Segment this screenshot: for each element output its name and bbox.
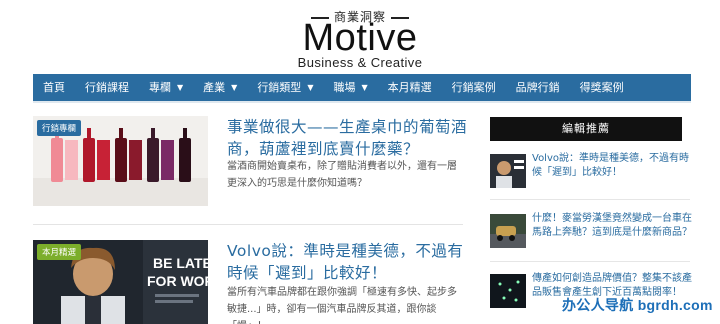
chevron-down-icon: ▼ xyxy=(177,83,184,92)
sidebar-item-title[interactable]: Volvo說：準時是種美德，不過有時候「遲到」比較好！ xyxy=(532,152,692,180)
sidebar-item[interactable]: Volvo說：準時是種美德，不過有時候「遲到」比較好！ xyxy=(490,152,690,192)
article-title[interactable]: 事業做很大——生產桌巾的葡萄酒商，葫蘆裡到底賣什麼藥？ xyxy=(227,116,467,160)
nav-label: 得獎案例 xyxy=(579,81,624,94)
chevron-down-icon: ▼ xyxy=(307,83,314,92)
nav-label: 本月精選 xyxy=(387,81,432,94)
nav-label: 品牌行銷 xyxy=(515,81,560,94)
nav-label: 產業 xyxy=(203,81,226,94)
nav-divider xyxy=(33,101,691,103)
nav-item-courses[interactable]: 行銷課程 xyxy=(75,74,139,101)
article-thumbnail[interactable]: 行銷專欄 xyxy=(33,116,208,206)
category-tag[interactable]: 行銷專欄 xyxy=(37,120,82,136)
article-divider xyxy=(33,224,463,225)
main-nav: 首頁 行銷課程 專欄 ▼ 產業 ▼ 行銷類型 ▼ 職場 ▼ 本月精選 行銷案例 品牌行銷… xyxy=(33,74,691,101)
watermark: 办公人导航 bgrdh.com xyxy=(562,297,713,313)
nav-item-columns[interactable]: 專欄 ▼ xyxy=(139,74,193,101)
nav-label: 專欄 xyxy=(149,81,171,94)
site-logo[interactable]: 商業洞察 Motive Business & Creative xyxy=(0,0,720,74)
chevron-down-icon: ▼ xyxy=(361,83,368,92)
nav-item-marketing-type[interactable]: 行銷類型 ▼ xyxy=(247,74,323,101)
nav-label: 職場 xyxy=(333,81,356,94)
nav-label: 行銷類型 xyxy=(257,81,302,94)
logo-tagline: Business & Creative xyxy=(297,55,423,70)
sidebar-divider xyxy=(490,199,690,200)
nav-label: 行銷課程 xyxy=(85,81,129,94)
article-card: 行銷專欄 事業做很大——生產桌巾的葡萄酒商，葫蘆裡到底賣什麼藥？ 當酒商開始賣桌… xyxy=(33,116,467,216)
nav-item-home[interactable]: 首頁 xyxy=(33,74,75,101)
svg-text:FOR WORK: FOR WORK xyxy=(147,273,208,289)
nav-label: 首頁 xyxy=(43,81,65,94)
nav-item-cases[interactable]: 行銷案例 xyxy=(442,74,506,101)
article-excerpt: 當酒商開始賣桌布，除了贈貼消費者以外，還有一層更深入的巧思是什麼你知道嗎？ xyxy=(227,161,457,189)
article-title[interactable]: Volvo說：準時是種美德，不過有時候「遲到」比較好！ xyxy=(227,240,467,284)
category-tag[interactable]: 本月精選 xyxy=(37,244,82,260)
sidebar-title: 編輯推薦 xyxy=(490,117,682,141)
sidebar-divider xyxy=(490,261,690,262)
sidebar-thumbnail[interactable] xyxy=(490,214,526,248)
sidebar-item[interactable]: 什麼！麥當勞漢堡竟然變成一台車在馬路上奔馳？這到底是什麼新商品？ xyxy=(490,212,692,252)
sidebar-item-title[interactable]: 什麼！麥當勞漢堡竟然變成一台車在馬路上奔馳？這到底是什麼新商品？ xyxy=(532,212,692,240)
sidebar-thumbnail[interactable] xyxy=(490,154,526,188)
billboard-text: BE LATE xyxy=(153,255,208,271)
nav-item-monthly-picks[interactable]: 本月精選 xyxy=(378,74,442,101)
sidebar-thumbnail[interactable] xyxy=(490,274,526,308)
article-thumbnail[interactable]: 本月精選 BE LATE FOR WORK xyxy=(33,240,208,324)
article-excerpt: 當所有汽車品牌都在跟你強調「極速有多快、起步多敏捷...」時，卻有一個汽車品牌反… xyxy=(227,287,457,324)
nav-item-award-cases[interactable]: 得獎案例 xyxy=(570,74,634,101)
chevron-down-icon: ▼ xyxy=(231,83,238,92)
nav-item-brand-marketing[interactable]: 品牌行銷 xyxy=(506,74,570,101)
nav-item-career[interactable]: 職場 ▼ xyxy=(323,74,377,101)
nav-item-industry[interactable]: 產業 ▼ xyxy=(193,74,247,101)
logo-wordmark: Motive xyxy=(302,17,418,59)
article-card: 本月精選 BE LATE FOR WORK Volvo說：準時是種美德，不過有時… xyxy=(33,240,463,324)
nav-label: 行銷案例 xyxy=(451,81,496,94)
